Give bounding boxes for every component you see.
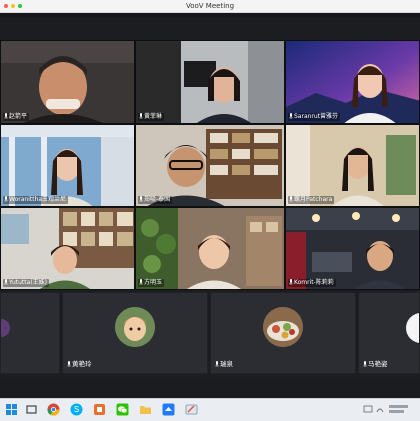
participant-name-tag: 方明玉	[138, 279, 165, 287]
mic-icon	[215, 361, 219, 367]
video-tile-2[interactable]: 黄菲琳	[135, 40, 285, 124]
folder-icon[interactable]	[139, 403, 152, 416]
system-tray[interactable]	[362, 402, 412, 417]
avatar	[1, 319, 10, 337]
video-tile-8[interactable]: 方明玉	[135, 207, 285, 290]
participant-tile-4[interactable]: 马艳姿	[358, 292, 420, 374]
video-feed	[286, 208, 419, 289]
mic-icon	[289, 196, 293, 202]
participant-name: 黄菲琳	[144, 113, 163, 120]
avatar	[263, 307, 303, 347]
office-icon[interactable]	[93, 403, 106, 416]
participant-name-tag: 螺月Patchara	[288, 196, 335, 204]
video-feed	[1, 208, 134, 289]
mic-icon	[289, 279, 293, 285]
mic-icon	[139, 279, 143, 285]
video-feed	[1, 41, 134, 123]
participant-name-tag: Yututta(王姝)	[3, 279, 49, 287]
participant-name-tag: Komrit-陈莉莉	[288, 279, 336, 287]
video-feed	[136, 208, 284, 289]
participant-tile-1[interactable]	[0, 292, 60, 374]
participant-name: 黄艳玲	[67, 360, 92, 369]
mic-icon	[139, 196, 143, 202]
participant-name: Saranrut曾雅芬	[294, 113, 339, 120]
participant-name: 赵箭平	[9, 113, 28, 120]
participant-strip: 黄艳玲 瑞泉 马艳姿	[0, 292, 420, 374]
participant-name: 螺月Patchara	[294, 196, 333, 203]
participant-name-text: 瑞泉	[220, 360, 233, 368]
participant-name: 马艳姿	[363, 360, 388, 369]
video-tile-3[interactable]: Saranrut曾雅芬	[285, 40, 420, 124]
participant-tile-2[interactable]: 黄艳玲	[62, 292, 208, 374]
mic-icon	[363, 361, 367, 367]
window-title: VooV Meeting	[185, 2, 235, 10]
mic-icon	[4, 279, 8, 285]
video-feed	[136, 125, 284, 206]
video-tile-6[interactable]: 螺月Patchara	[285, 124, 420, 207]
svg-text:S: S	[74, 405, 79, 414]
avatar	[406, 313, 419, 343]
control-bar	[0, 380, 420, 398]
participant-name-tag: 郑吸-泰国	[138, 196, 173, 204]
top-bar	[0, 13, 420, 18]
avatar	[115, 307, 155, 347]
video-tile-5[interactable]: 郑吸-泰国	[135, 124, 285, 207]
chrome-icon[interactable]	[47, 403, 60, 416]
participant-name-tag: Woranittha王观兰尼	[3, 196, 69, 204]
participant-name: 方明玉	[144, 279, 163, 286]
video-tile-4[interactable]: Woranittha王观兰尼	[0, 124, 135, 207]
video-feed	[286, 41, 419, 123]
paint-icon[interactable]	[185, 403, 198, 416]
window-titlebar: VooV Meeting	[0, 0, 420, 13]
video-feed	[1, 125, 134, 206]
mic-icon	[139, 113, 143, 119]
video-tile-1[interactable]: 赵箭平	[0, 40, 135, 124]
task-view-icon[interactable]	[25, 403, 38, 416]
video-feed	[286, 125, 419, 206]
video-tile-9[interactable]: Komrit-陈莉莉	[285, 207, 420, 290]
mic-icon	[289, 113, 293, 119]
participant-name: 瑞泉	[215, 360, 233, 369]
video-grid: 赵箭平 黄菲琳 Saranrut曾雅芬 Woranittha王观兰尼 郑吸-泰国…	[0, 40, 420, 290]
mic-icon	[67, 361, 71, 367]
windows-start-icon[interactable]	[5, 403, 18, 416]
wechat-icon[interactable]	[116, 403, 129, 416]
participant-name-text: 马艳姿	[368, 360, 388, 368]
video-tile-7[interactable]: Yututta(王姝)	[0, 207, 135, 290]
skype-icon[interactable]: S	[70, 403, 83, 416]
participant-tile-3[interactable]: 瑞泉	[210, 292, 356, 374]
video-feed	[136, 41, 284, 123]
participant-name-tag: Saranrut曾雅芬	[288, 113, 341, 121]
participant-name: Komrit-陈莉莉	[294, 279, 334, 286]
mic-icon	[4, 113, 8, 119]
mic-icon	[4, 196, 8, 202]
participant-name-text: 黄艳玲	[72, 360, 92, 368]
participant-name-tag: 赵箭平	[3, 113, 30, 121]
taskbar: S	[0, 398, 420, 421]
participant-name-tag: 黄菲琳	[138, 113, 165, 121]
participant-name: 郑吸-泰国	[144, 196, 171, 203]
participant-name: Yututta(王姝)	[9, 279, 47, 286]
participant-name: Woranittha王观兰尼	[9, 196, 67, 203]
voov-meeting-icon[interactable]	[162, 403, 175, 416]
